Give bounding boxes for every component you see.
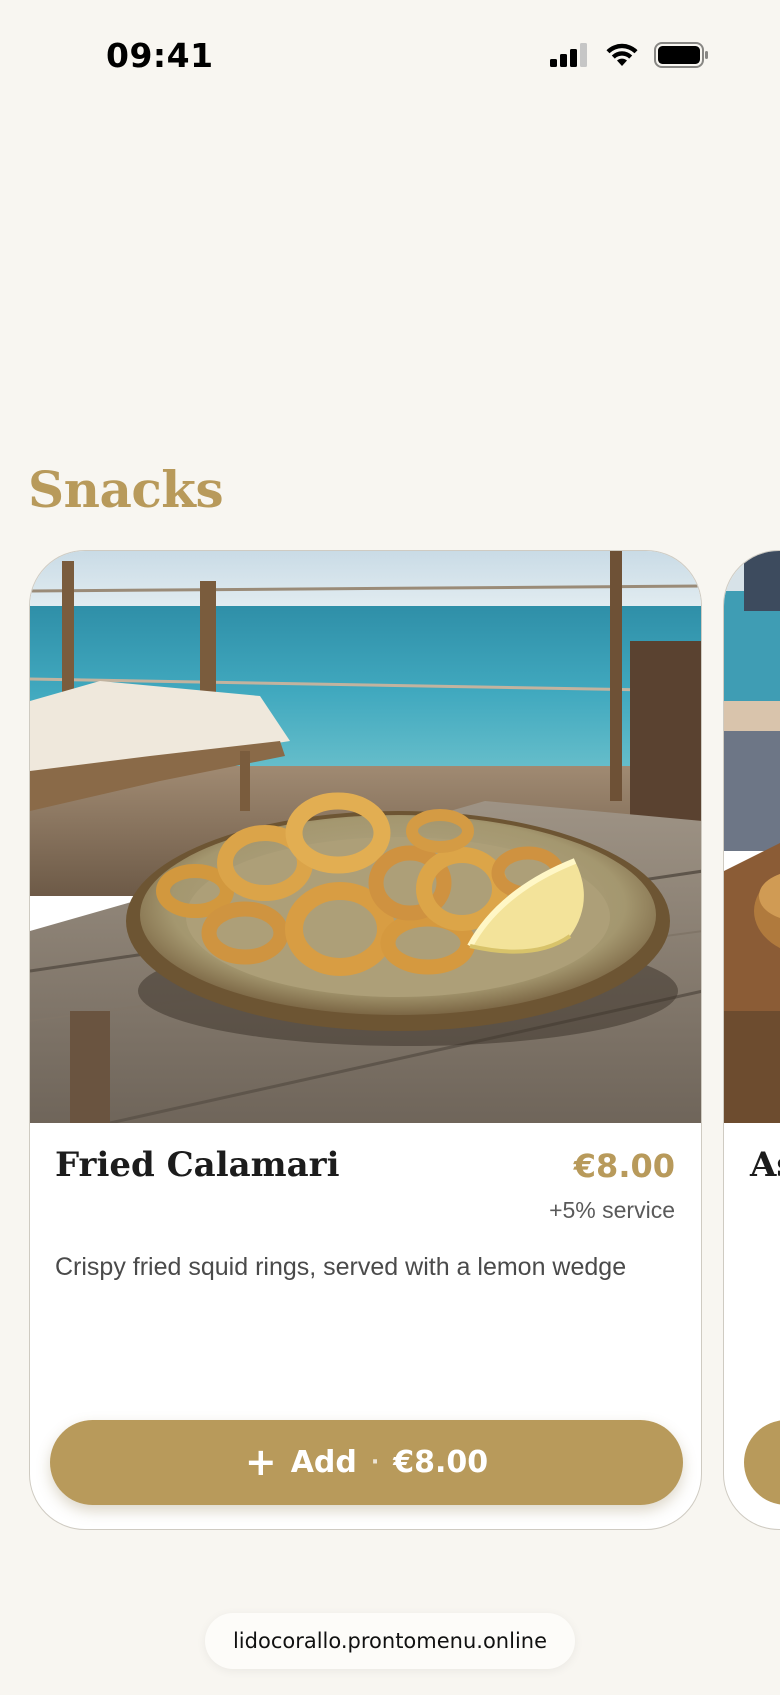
wifi-icon bbox=[606, 43, 638, 66]
add-button-price: €8.00 bbox=[393, 1445, 489, 1480]
cellular-signal-icon bbox=[550, 43, 587, 67]
fried-calamari-photo bbox=[30, 551, 701, 1123]
item-price: €8.00 bbox=[573, 1147, 675, 1185]
battery-icon bbox=[654, 42, 708, 68]
add-button-separator: · bbox=[370, 1450, 380, 1475]
next-add-button[interactable] bbox=[744, 1420, 780, 1505]
item-service-charge: +5% service bbox=[549, 1197, 675, 1223]
browser-url-bar[interactable]: lidocorallo.prontomenu.online bbox=[205, 1613, 575, 1669]
status-icons bbox=[550, 42, 710, 68]
menu-item-card[interactable]: Fried Calamari €8.00 +5% service Crispy … bbox=[29, 550, 702, 1530]
plus-icon: + bbox=[244, 1439, 277, 1484]
status-time: 09:41 bbox=[106, 36, 214, 75]
next-item-photo bbox=[724, 551, 780, 1123]
item-description: Crispy fried squid rings, served with a … bbox=[55, 1253, 627, 1281]
status-bar: 09:41 bbox=[0, 0, 780, 112]
next-item-name: As bbox=[750, 1145, 780, 1185]
add-to-order-button[interactable]: + Add · €8.00 bbox=[50, 1420, 683, 1505]
menu-item-carousel[interactable]: Fried Calamari €8.00 +5% service Crispy … bbox=[0, 550, 780, 1530]
item-name: Fried Calamari bbox=[55, 1145, 340, 1185]
menu-item-card-next[interactable]: As bbox=[723, 550, 780, 1530]
add-button-label: Add bbox=[290, 1445, 357, 1480]
section-title-snacks: Snacks bbox=[28, 460, 224, 519]
